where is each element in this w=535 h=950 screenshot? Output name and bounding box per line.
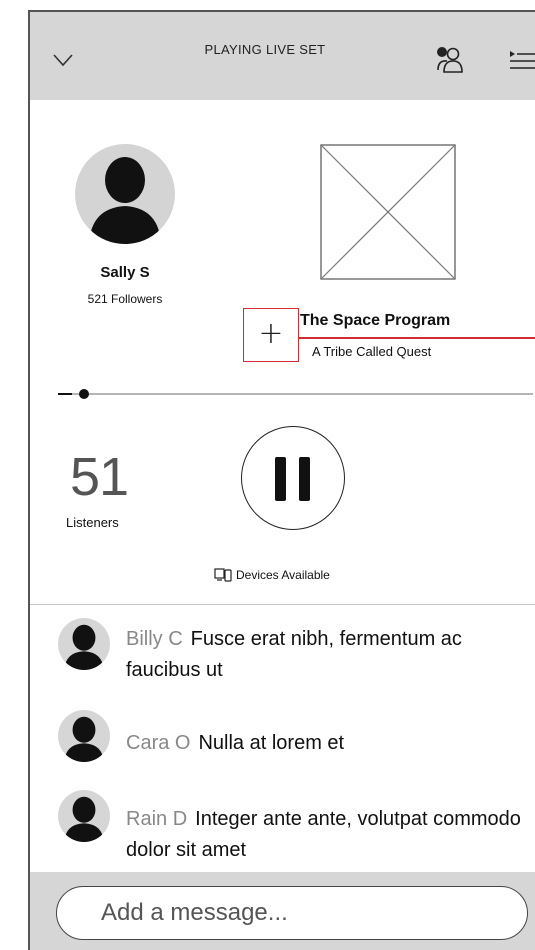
host-name[interactable]: Sally S [50,264,200,281]
pause-icon-bar-right [299,457,310,501]
listeners-count: 51 [70,447,129,507]
composer-bar [30,872,535,950]
pause-button[interactable] [241,426,345,530]
progress-handle[interactable] [79,389,90,399]
comment-user[interactable]: Cara O [126,732,190,754]
comment-user[interactable]: Rain D [126,808,187,830]
comment-text: Cara O Nulla at lorem et [126,728,535,759]
user-silhouette-icon [64,796,104,842]
people-icon[interactable] [432,42,468,78]
user-silhouette-icon [64,716,104,762]
progress-bar[interactable] [58,389,533,399]
devices-available-button[interactable]: Devices Available [214,568,330,582]
album-art [320,144,456,280]
track-title[interactable]: The Space Program [300,312,450,330]
player-screen: PLAYING LIVE SET Sally S 521 Followers +… [28,10,535,950]
comment-text: Billy C Fusce erat nibh, fermentum ac fau… [126,624,535,686]
comment-user[interactable]: Billy C [126,628,183,650]
message-input[interactable] [56,886,528,940]
user-silhouette-icon [64,624,104,670]
host-followers: 521 Followers [87,292,163,306]
listeners-label: Listeners [66,515,119,530]
comment-text: Rain D Integer ante ante, volutpat commod… [126,804,535,866]
avatar[interactable] [58,618,110,670]
highlight-line [299,337,535,339]
top-bar: PLAYING LIVE SET [30,12,535,100]
comment-body: Nulla at lorem et [198,732,345,754]
page-title: PLAYING LIVE SET [204,42,326,57]
devices-label: Devices Available [236,568,330,582]
avatar[interactable] [58,790,110,842]
divider [30,604,535,605]
queue-icon[interactable] [508,48,535,74]
progress-fill [58,393,73,395]
avatar[interactable] [58,710,110,762]
add-track-button[interactable]: + [243,308,299,362]
pause-icon-bar-left [275,457,286,501]
host-avatar[interactable] [75,144,175,244]
devices-icon [214,568,232,582]
track-artist[interactable]: A Tribe Called Quest [312,344,431,359]
user-silhouette-icon [89,157,161,244]
